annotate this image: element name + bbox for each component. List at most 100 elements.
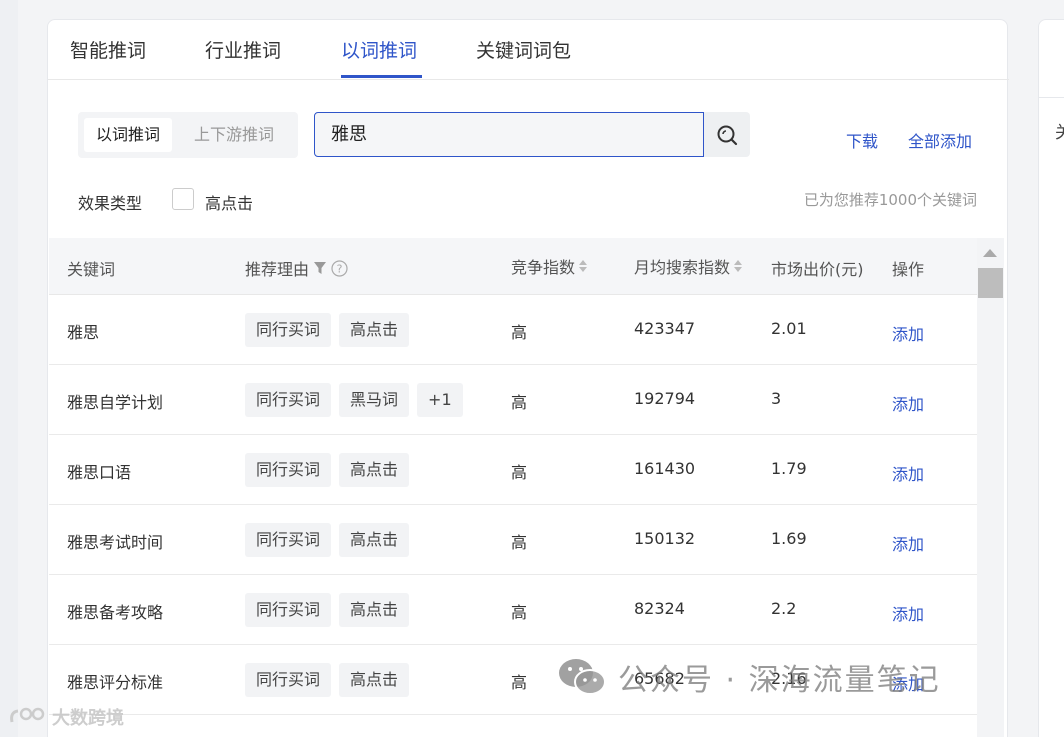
tab-keyword-package[interactable]: 关键词词包 — [476, 36, 571, 63]
add-keyword-link[interactable]: 添加 — [892, 391, 924, 415]
monthly-search-cell: 150132 — [634, 529, 696, 548]
keyword-cell: 雅思 — [67, 323, 100, 342]
watermark-text: 公众号 · 深海流量笔记 — [618, 663, 941, 698]
competition-cell: 高 — [511, 673, 528, 692]
tab-smart-recommend[interactable]: 智能推词 — [70, 36, 146, 63]
scroll-thumb[interactable] — [978, 268, 1003, 298]
search-input[interactable]: 雅思 — [314, 112, 704, 157]
table-header: 关键词 推荐理由 ? 竞争指数 月均搜索指数 市场出价(元) 操作 — [49, 238, 977, 295]
mode-word-recommend[interactable]: 以词推词 — [84, 118, 173, 152]
reason-tag: 高点击 — [339, 453, 410, 487]
reason-tag: 高点击 — [339, 663, 410, 697]
reason-tags: 同行买词 高点击 — [245, 663, 410, 697]
high-click-label[interactable]: 高点击 — [205, 190, 253, 214]
header-market-bid: 市场出价(元) — [771, 256, 864, 280]
scroll-up-arrow-icon[interactable] — [983, 249, 997, 257]
add-keyword-link[interactable]: 添加 — [892, 601, 924, 625]
search-button[interactable] — [704, 112, 750, 157]
reason-tag: +1 — [417, 383, 463, 417]
reason-tags: 同行买词 高点击 — [245, 523, 410, 557]
table-row: 雅思考试时间 同行买词 高点击 高 150132 1.69 添加 — [49, 505, 977, 575]
bottom-logo-text: 大数跨境 — [52, 708, 124, 729]
sort-icon[interactable] — [734, 259, 743, 273]
svg-text:?: ? — [337, 262, 343, 275]
active-tab-underline — [341, 75, 422, 78]
mode-updown-recommend[interactable]: 上下游推词 — [182, 118, 286, 152]
reason-tags: 同行买词 高点击 — [245, 453, 410, 487]
header-competition[interactable]: 竞争指数 — [511, 254, 588, 278]
header-operation: 操作 — [892, 256, 924, 280]
reason-tag: 同行买词 — [245, 663, 332, 697]
right-panel: 关 — [1038, 19, 1064, 737]
add-keyword-link[interactable]: 添加 — [892, 461, 924, 485]
right-panel-label: 关 — [1055, 123, 1064, 143]
high-click-checkbox[interactable] — [172, 188, 194, 210]
market-bid-cell: 3 — [771, 389, 782, 408]
table-scrollbar[interactable] — [977, 238, 1004, 737]
competition-cell: 高 — [511, 603, 528, 622]
reason-tag: 黑马词 — [339, 383, 410, 417]
competition-cell: 高 — [511, 323, 528, 342]
help-icon[interactable]: ? — [331, 259, 348, 277]
table-body: 雅思 同行买词 高点击高 423347 2.01 添加 雅思自学计划 同行买词 黑马词 +1 高 19… — [49, 295, 977, 715]
market-bid-cell: 1.69 — [771, 529, 807, 548]
reason-tag: 同行买词 — [245, 593, 332, 627]
competition-cell: 高 — [511, 533, 528, 552]
keyword-recommend-panel: 智能推词 行业推词 以词推词 关键词词包 以词推词 上下游推词 雅思 下载 全部… — [47, 19, 1009, 737]
keyword-cell: 雅思考试时间 — [67, 533, 164, 552]
header-competition-label: 竞争指数 — [511, 258, 576, 277]
add-all-link[interactable]: 全部添加 — [908, 128, 972, 152]
download-link[interactable]: 下载 — [846, 128, 878, 152]
monthly-search-cell: 192794 — [634, 389, 696, 408]
add-keyword-link[interactable]: 添加 — [892, 531, 924, 555]
keyword-cell: 雅思口语 — [67, 463, 132, 482]
reason-tag: 同行买词 — [245, 523, 332, 557]
table-row: 雅思自学计划 同行买词 黑马词 +1 高 192794 3 添加 — [49, 365, 977, 435]
reason-tags: 同行买词 高点击 — [245, 313, 410, 347]
header-monthly-search-label: 月均搜索指数 — [634, 258, 731, 277]
header-keyword: 关键词 — [67, 256, 115, 280]
bottom-logo: 大数跨境 — [8, 704, 124, 730]
keyword-cell: 雅思备考攻略 — [67, 603, 164, 622]
header-keyword-label: 关键词 — [67, 260, 116, 279]
search-icon — [717, 125, 738, 145]
reason-tag: 同行买词 — [245, 383, 332, 417]
wechat-icon — [559, 659, 606, 695]
reason-tags: 同行买词 高点击 — [245, 593, 410, 627]
add-keyword-link[interactable]: 添加 — [892, 321, 924, 345]
keyword-cell: 雅思自学计划 — [67, 393, 164, 412]
keyword-cell: 雅思评分标准 — [67, 673, 164, 692]
reason-tag: 同行买词 — [245, 453, 332, 487]
reason-tag: 同行买词 — [245, 313, 332, 347]
reason-tags: 同行买词 黑马词 +1 — [245, 383, 463, 417]
table-row: 雅思 同行买词 高点击 高 423347 2.01 添加 — [49, 295, 977, 365]
reason-tag: 高点击 — [339, 593, 410, 627]
watermark: 公众号 · 深海流量笔记 — [556, 655, 941, 699]
table-row: 雅思口语 同行买词 高点击 高 161430 1.79 添加 — [49, 435, 977, 505]
monthly-search-cell: 423347 — [634, 319, 696, 338]
market-bid-cell: 1.79 — [771, 459, 807, 478]
header-monthly-search[interactable]: 月均搜索指数 — [634, 254, 743, 278]
competition-cell: 高 — [511, 463, 528, 482]
left-background-strip — [0, 0, 18, 737]
recommend-mode-switch: 以词推词 上下游推词 — [78, 112, 298, 158]
logo-icon — [10, 707, 45, 723]
monthly-search-cell: 161430 — [634, 459, 696, 478]
reason-tag: 高点击 — [339, 523, 410, 557]
market-bid-cell: 2.2 — [771, 599, 797, 618]
sort-icon[interactable] — [579, 259, 588, 273]
header-market-bid-label: 市场出价(元) — [771, 260, 864, 279]
tab-industry-recommend[interactable]: 行业推词 — [205, 36, 281, 63]
header-reason: 推荐理由 ? — [245, 256, 348, 280]
competition-cell: 高 — [511, 393, 528, 412]
header-reason-label: 推荐理由 — [245, 260, 310, 279]
tab-word-recommend[interactable]: 以词推词 — [341, 36, 417, 63]
tab-bar: 智能推词 行业推词 以词推词 关键词词包 — [48, 20, 1009, 80]
table-row: 雅思备考攻略 同行买词 高点击 高 82324 2.2 添加 — [49, 575, 977, 645]
effect-type-label: 效果类型 — [78, 194, 143, 213]
keyword-table: 关键词 推荐理由 ? 竞争指数 月均搜索指数 市场出价(元) 操作 雅思 同行买词… — [49, 238, 977, 715]
monthly-search-cell: 82324 — [634, 599, 685, 618]
filter-icon[interactable] — [313, 261, 327, 275]
header-operation-label: 操作 — [892, 260, 925, 279]
right-panel-divider — [1039, 97, 1064, 98]
